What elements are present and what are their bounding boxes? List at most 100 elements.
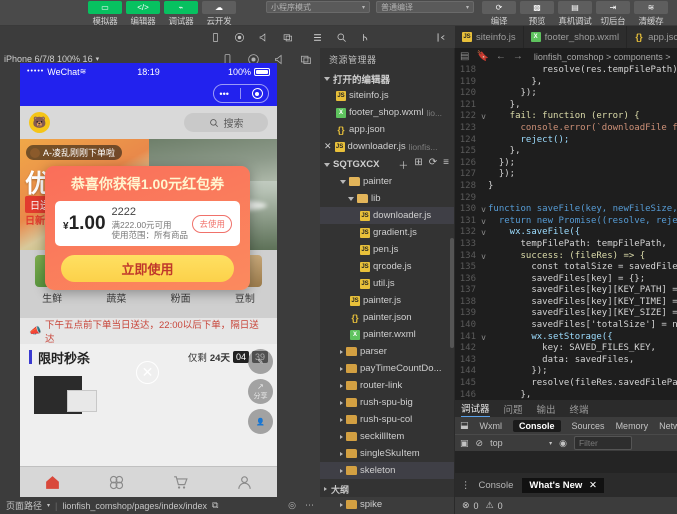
close-icon[interactable]: ✕ [589,480,597,491]
drawer-tab-console[interactable]: Console [479,480,514,491]
fold-toggle[interactable]: v [479,216,488,228]
tab-problems[interactable]: 问题 [504,402,523,416]
drawer-tab-whats-new[interactable]: What's New ✕ [522,478,604,493]
volume-icon[interactable] [258,32,269,43]
use-coupon-button[interactable]: 去使用 [192,215,232,233]
project-section[interactable]: SQTGXCX ＋ ⊞ ⟳ ≡ [320,156,454,173]
error-icon[interactable]: ⊗ [462,500,470,511]
wechat-capsule[interactable]: ••• [213,84,269,103]
toolbar-button-simulator[interactable]: ▭ 模拟器 [88,1,122,27]
tab-app-json[interactable]: {} app.json [627,26,677,48]
tab-footer-shop-wxml[interactable]: X footer_shop.wxml [524,26,627,48]
search-input[interactable]: 搜索 [184,113,268,132]
toolbar-button-debugger[interactable]: ⌁ 调试器 [164,1,198,27]
tab-debugger[interactable]: 调试器 [461,401,490,417]
tree-item-seckillitem[interactable]: seckillItem [320,428,454,445]
tab-output[interactable]: 输出 [537,402,556,416]
tab-network[interactable]: Network [659,421,677,431]
tab-sources[interactable]: Sources [572,421,605,431]
tab-siteinfo-js[interactable]: JS siteinfo.js [455,26,524,48]
tree-item-lib[interactable]: lib [320,190,454,207]
bookmark-icon[interactable]: 🔖 [476,51,488,62]
compile-select[interactable]: 普通编译 ▾ [376,1,474,13]
open-editor-footer-shop[interactable]: X footer_shop.wxml lio... [320,104,454,121]
notice-bar[interactable]: 📣 下午五点前下单当日送达，22:00以后下单，隔日送达 [20,318,277,344]
tab-profile[interactable] [213,467,277,497]
new-file-icon[interactable]: ＋ [398,157,408,172]
float-button-share[interactable]: ↗ 分享 [248,379,273,404]
fold-toggle[interactable] [479,123,488,135]
open-editors-section[interactable]: 打开的编辑器 [320,70,454,87]
fold-toggle[interactable] [479,378,488,390]
search-icon[interactable] [336,32,347,43]
copy-icon[interactable]: ⧉ [212,500,218,511]
clear-icon[interactable]: ⊘ [476,438,484,449]
tree-item-router-link[interactable]: router-link [320,377,454,394]
fold-toggle[interactable] [479,77,488,89]
device-icon[interactable] [210,32,221,43]
chevron-down-icon[interactable]: ▾ [96,55,100,63]
warning-icon[interactable]: ⚠ [486,500,494,511]
toolbar-button-editor[interactable]: </> 编辑器 [126,1,160,27]
record-icon[interactable] [234,32,245,43]
source-control-icon[interactable] [360,32,371,43]
collapse-sidebar-icon[interactable] [436,32,447,43]
open-editor-siteinfo[interactable]: JS siteinfo.js [320,87,454,104]
toolbar-button-cloud[interactable]: ☁ 云开发 [202,1,236,27]
tab-cart[interactable] [149,467,213,497]
window-icon[interactable] [299,53,312,66]
toolbar-button-clearcache[interactable]: ≋ 清缓存 [634,1,668,27]
forward-arrow-icon[interactable]: → [513,51,523,62]
more-icon[interactable]: ⋯ [305,500,314,511]
chevron-down-icon[interactable]: ▾ [47,502,50,509]
back-arrow-icon[interactable]: ← [496,51,506,62]
fold-toggle[interactable]: v [479,332,488,344]
inspect-icon[interactable]: ⬓ [460,420,469,431]
fold-toggle[interactable]: v [479,227,488,239]
filter-input[interactable]: Filter [574,436,632,450]
float-button-edit[interactable]: ✎ [248,349,273,374]
fold-toggle[interactable] [479,88,488,100]
code-area[interactable]: 118 resolve(res.tempFilePath); 119 }, 12… [455,65,677,400]
tree-item-painter[interactable]: painter [320,173,454,190]
close-icon[interactable]: ✕ [136,361,159,384]
fold-toggle[interactable] [479,65,488,77]
fold-toggle[interactable] [479,169,488,181]
tab-terminal[interactable]: 终端 [570,402,589,416]
tab-wxml[interactable]: Wxml [480,421,503,431]
outline-section[interactable]: 大纲 [320,481,454,497]
more-icon[interactable]: ••• [219,89,228,99]
tree-item-paytimecountdown[interactable]: payTimeCountDo... [320,360,454,377]
tree-item-qrcode-js[interactable]: JS qrcode.js [320,258,454,275]
toolbar-button-preview[interactable]: ▩ 预览 [520,1,554,27]
toolbar-button-realdevice[interactable]: ▤ 真机调试 [558,1,592,27]
chevron-down-icon[interactable]: ▾ [549,440,552,447]
tree-item-painter-js[interactable]: JS painter.js [320,292,454,309]
fold-toggle[interactable] [479,320,488,332]
fold-toggle[interactable] [479,366,488,378]
toolbar-button-compile[interactable]: ⟳ 编译 [482,1,516,27]
collapse-icon[interactable]: ≡ [443,157,449,172]
use-now-button[interactable]: 立即使用 [61,255,234,282]
tree-item-downloader-js[interactable]: JS downloader.js [320,207,454,224]
tree-item-skeleton[interactable]: skeleton [320,462,454,479]
kebab-menu-icon[interactable]: ⋮ [461,480,470,491]
fold-toggle[interactable] [479,135,488,147]
coupon-modal[interactable]: 恭喜你获得1.00元红包券 ¥1.00 2222 满222.00元可用 使用范围… [45,166,250,290]
fold-toggle[interactable] [479,181,488,193]
context-select[interactable]: top [490,438,542,448]
fold-toggle[interactable]: v [479,111,488,123]
menu-icon[interactable] [312,32,323,43]
tree-item-gradient-js[interactable]: JS gradient.js [320,224,454,241]
tab-home[interactable] [20,467,84,497]
fold-toggle[interactable] [479,158,488,170]
fold-toggle[interactable] [479,343,488,355]
new-folder-icon[interactable]: ⊞ [414,157,422,172]
open-editor-downloader[interactable]: ✕ JS downloader.js lionfis... [320,138,454,155]
tab-memory[interactable]: Memory [616,421,649,431]
tree-item-painter-wxml[interactable]: X painter.wxml [320,326,454,343]
console-output[interactable] [455,451,677,473]
mode-select[interactable]: 小程序模式 ▾ [266,1,370,13]
tree-item-spike[interactable]: spike [320,496,454,513]
open-editor-app-json[interactable]: {} app.json [320,121,454,138]
